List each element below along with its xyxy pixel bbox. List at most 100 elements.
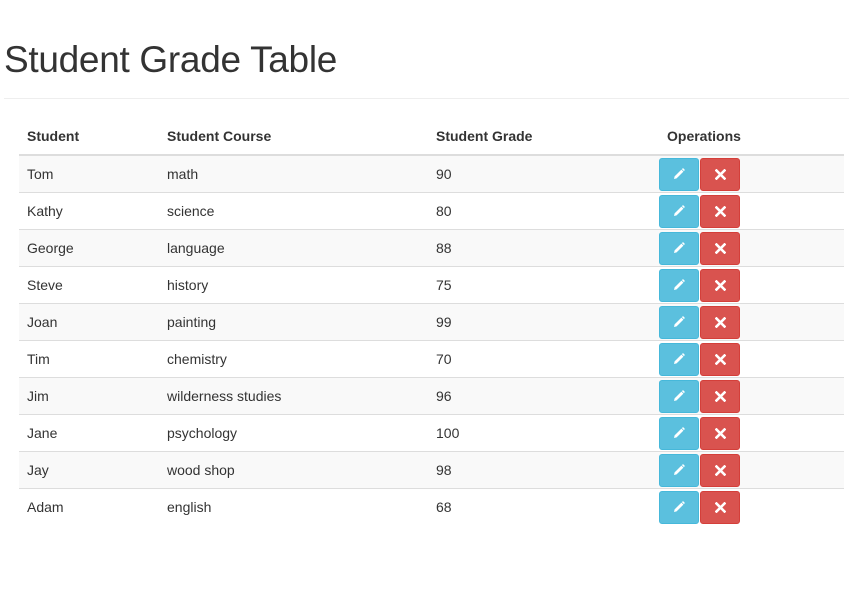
edit-button[interactable] <box>659 305 699 339</box>
remove-icon <box>714 316 726 328</box>
cell-grade: 68 <box>428 488 659 525</box>
cell-operations <box>659 488 844 525</box>
delete-button[interactable] <box>700 231 740 265</box>
operations-group <box>659 305 844 339</box>
cell-operations <box>659 303 844 341</box>
edit-button[interactable] <box>659 194 699 228</box>
cell-operations <box>659 340 844 378</box>
column-header-grade: Student Grade <box>428 118 659 156</box>
table-row: Adam english 68 <box>19 488 844 525</box>
pencil-icon <box>673 353 685 365</box>
operations-group <box>659 157 844 191</box>
edit-button[interactable] <box>659 157 699 191</box>
pencil-icon <box>673 242 685 254</box>
student-grade-table: Student Student Course Student Grade Ope… <box>19 118 844 525</box>
cell-course: chemistry <box>159 340 428 378</box>
edit-button[interactable] <box>659 416 699 450</box>
cell-operations <box>659 414 844 452</box>
cell-student: Jane <box>19 414 159 452</box>
column-header-course: Student Course <box>159 118 428 156</box>
pencil-icon <box>673 427 685 439</box>
cell-student: Adam <box>19 488 159 525</box>
remove-icon <box>714 205 726 217</box>
delete-button[interactable] <box>700 342 740 376</box>
table-row: Kathy science 80 <box>19 192 844 230</box>
cell-student: Tim <box>19 340 159 378</box>
cell-student: Kathy <box>19 192 159 230</box>
cell-course: wilderness studies <box>159 377 428 415</box>
cell-student: Joan <box>19 303 159 341</box>
edit-button[interactable] <box>659 268 699 302</box>
operations-group <box>659 268 844 302</box>
page: Student Grade Table Student Student Cour… <box>0 0 849 589</box>
cell-course: math <box>159 155 428 193</box>
title-divider <box>4 98 849 99</box>
delete-button[interactable] <box>700 157 740 191</box>
operations-group <box>659 416 844 450</box>
table-row: Jim wilderness studies 96 <box>19 377 844 415</box>
cell-grade: 90 <box>428 155 659 193</box>
table-row: Jane psychology 100 <box>19 414 844 452</box>
cell-course: wood shop <box>159 451 428 489</box>
delete-button[interactable] <box>700 379 740 413</box>
cell-grade: 98 <box>428 451 659 489</box>
pencil-icon <box>673 501 685 513</box>
cell-operations <box>659 377 844 415</box>
cell-student: George <box>19 229 159 267</box>
table-row: Tom math 90 <box>19 155 844 193</box>
delete-button[interactable] <box>700 490 740 524</box>
edit-button[interactable] <box>659 342 699 376</box>
edit-button[interactable] <box>659 231 699 265</box>
cell-grade: 100 <box>428 414 659 452</box>
table-row: Jay wood shop 98 <box>19 451 844 489</box>
table-row: Steve history 75 <box>19 266 844 304</box>
remove-icon <box>714 501 726 513</box>
table-body: Tom math 90 Kathy science 80 George language 88 S… <box>19 155 844 525</box>
operations-group <box>659 194 844 228</box>
pencil-icon <box>673 390 685 402</box>
cell-course: psychology <box>159 414 428 452</box>
edit-button[interactable] <box>659 379 699 413</box>
remove-icon <box>714 427 726 439</box>
cell-course: science <box>159 192 428 230</box>
pencil-icon <box>673 205 685 217</box>
edit-button[interactable] <box>659 490 699 524</box>
cell-operations <box>659 451 844 489</box>
remove-icon <box>714 390 726 402</box>
cell-student: Steve <box>19 266 159 304</box>
pencil-icon <box>673 464 685 476</box>
table-row: George language 88 <box>19 229 844 267</box>
operations-group <box>659 231 844 265</box>
remove-icon <box>714 279 726 291</box>
operations-group <box>659 342 844 376</box>
pencil-icon <box>673 279 685 291</box>
cell-student: Tom <box>19 155 159 193</box>
table-row: Tim chemistry 70 <box>19 340 844 378</box>
cell-operations <box>659 229 844 267</box>
delete-button[interactable] <box>700 416 740 450</box>
column-header-student: Student <box>19 118 159 156</box>
cell-course: painting <box>159 303 428 341</box>
cell-grade: 70 <box>428 340 659 378</box>
cell-grade: 99 <box>428 303 659 341</box>
cell-course: language <box>159 229 428 267</box>
delete-button[interactable] <box>700 453 740 487</box>
column-header-operations: Operations <box>659 118 844 156</box>
pencil-icon <box>673 168 685 180</box>
cell-course: english <box>159 488 428 525</box>
cell-student: Jay <box>19 451 159 489</box>
delete-button[interactable] <box>700 268 740 302</box>
delete-button[interactable] <box>700 305 740 339</box>
delete-button[interactable] <box>700 194 740 228</box>
cell-grade: 88 <box>428 229 659 267</box>
page-title: Student Grade Table <box>4 39 338 80</box>
header-row: Student Student Course Student Grade Ope… <box>19 118 844 156</box>
cell-grade: 96 <box>428 377 659 415</box>
cell-student: Jim <box>19 377 159 415</box>
remove-icon <box>714 464 726 476</box>
remove-icon <box>714 242 726 254</box>
edit-button[interactable] <box>659 453 699 487</box>
table-row: Joan painting 99 <box>19 303 844 341</box>
pencil-icon <box>673 316 685 328</box>
cell-grade: 75 <box>428 266 659 304</box>
